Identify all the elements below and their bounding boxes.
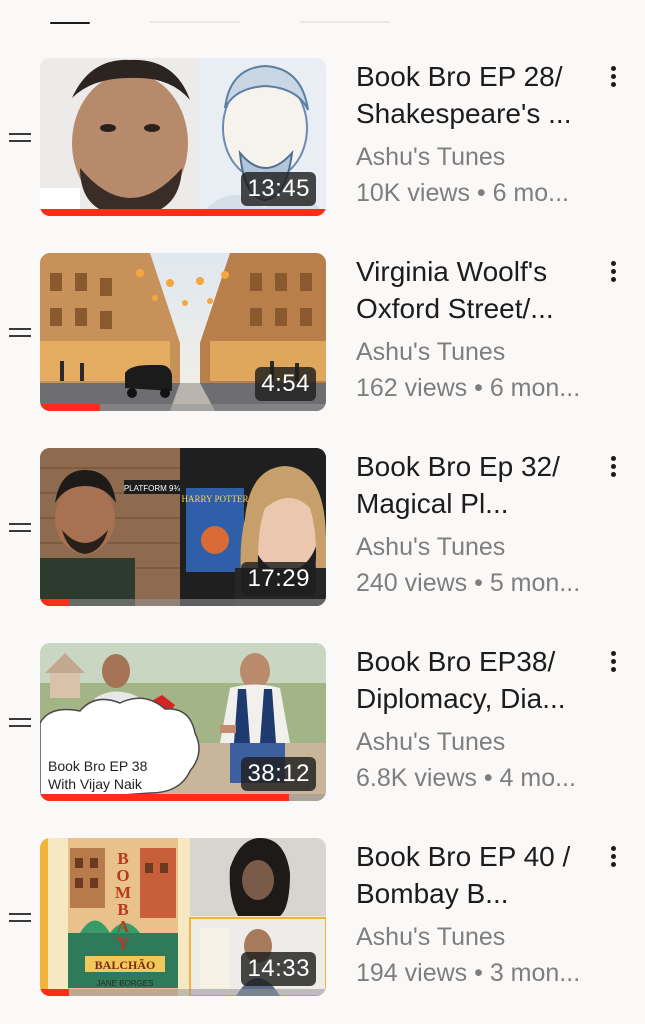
watch-progress-bar: [40, 599, 326, 606]
video-title[interactable]: Book Bro EP38/ Diplomacy, Dia...: [356, 643, 596, 717]
video-thumbnail[interactable]: PLATFORM 9¾ HARRY POTTER 17:29: [40, 448, 326, 606]
video-meta: 10K views • 6 mo...: [356, 179, 570, 207]
video-info[interactable]: Virginia Woolf's Oxford Street/... Ashu'…: [356, 253, 596, 406]
video-meta: 194 views • 3 mon...: [356, 959, 581, 987]
channel-name: Ashu's Tunes: [356, 338, 506, 366]
drag-handle-icon[interactable]: [9, 715, 31, 729]
thumbnail-caption-line2: With Vijay Naik: [48, 776, 143, 792]
video-title[interactable]: Virginia Woolf's Oxford Street/...: [356, 253, 596, 327]
video-thumbnail[interactable]: 4:54: [40, 253, 326, 411]
drag-handle-icon[interactable]: [9, 520, 31, 534]
top-tab-strip: [0, 0, 645, 30]
more-options-icon[interactable]: [604, 844, 624, 870]
playlist-item[interactable]: BOMBAY BALCHÃO JANE BORGES 14:33 Book Br…: [0, 838, 645, 998]
video-title[interactable]: Book Bro EP 28/ Shakespeare's ...: [356, 58, 596, 132]
duration-badge: 38:12: [241, 757, 316, 791]
playlist-item[interactable]: 13:45 Book Bro EP 28/ Shakespeare's ... …: [0, 58, 645, 218]
watch-progress-bar: [40, 989, 326, 996]
thumbnail-caption-line1: Book Bro EP 38: [48, 758, 148, 774]
more-options-icon[interactable]: [604, 649, 624, 675]
video-meta: 162 views • 6 mon...: [356, 374, 581, 402]
video-info[interactable]: Book Bro EP 28/ Shakespeare's ... Ashu's…: [356, 58, 596, 211]
watch-progress-bar: [40, 404, 326, 411]
active-tab-indicator: [50, 22, 90, 24]
platform-sign-text: PLATFORM 9¾: [124, 484, 181, 493]
playlist-item[interactable]: Book Bro EP 38 With Vijay Naik 38:12 Boo…: [0, 643, 645, 803]
channel-name: Ashu's Tunes: [356, 533, 506, 561]
book-cover-subtitle: BALCHÃO: [95, 958, 156, 972]
video-info[interactable]: Book Bro Ep 32/ Magical Pl... Ashu's Tun…: [356, 448, 596, 601]
channel-name: Ashu's Tunes: [356, 143, 506, 171]
tab-divider: [300, 21, 390, 23]
drag-handle-icon[interactable]: [9, 910, 31, 924]
book-title-text: HARRY POTTER: [182, 494, 249, 504]
playlist-item[interactable]: 4:54 Virginia Woolf's Oxford Street/... …: [0, 253, 645, 413]
video-thumbnail[interactable]: Book Bro EP 38 With Vijay Naik 38:12: [40, 643, 326, 801]
more-options-icon[interactable]: [604, 259, 624, 285]
channel-name: Ashu's Tunes: [356, 728, 506, 756]
more-options-icon[interactable]: [604, 64, 624, 90]
duration-badge: 14:33: [241, 952, 316, 986]
more-options-icon[interactable]: [604, 454, 624, 480]
watch-progress-bar: [40, 209, 326, 216]
video-meta: 240 views • 5 mon...: [356, 569, 581, 597]
drag-handle-icon[interactable]: [9, 130, 31, 144]
drag-handle-icon[interactable]: [9, 325, 31, 339]
playlist-item[interactable]: PLATFORM 9¾ HARRY POTTER 17:29 Book Bro …: [0, 448, 645, 608]
book-cover-author: JANE BORGES: [97, 979, 154, 988]
channel-name: Ashu's Tunes: [356, 923, 506, 951]
video-title[interactable]: Book Bro Ep 32/ Magical Pl...: [356, 448, 596, 522]
video-title[interactable]: Book Bro EP 40 / Bombay B...: [356, 838, 596, 912]
video-meta: 6.8K views • 4 mo...: [356, 764, 576, 792]
tab-divider: [150, 21, 240, 23]
duration-badge: 13:45: [241, 172, 316, 206]
video-thumbnail[interactable]: BOMBAY BALCHÃO JANE BORGES 14:33: [40, 838, 326, 996]
book-cover-title: BOMBAY: [115, 849, 131, 953]
video-info[interactable]: Book Bro EP 40 / Bombay B... Ashu's Tune…: [356, 838, 596, 991]
video-info[interactable]: Book Bro EP38/ Diplomacy, Dia... Ashu's …: [356, 643, 596, 796]
duration-badge: 4:54: [255, 367, 316, 401]
watch-progress-bar: [40, 794, 326, 801]
duration-badge: 17:29: [241, 562, 316, 596]
video-thumbnail[interactable]: 13:45: [40, 58, 326, 216]
